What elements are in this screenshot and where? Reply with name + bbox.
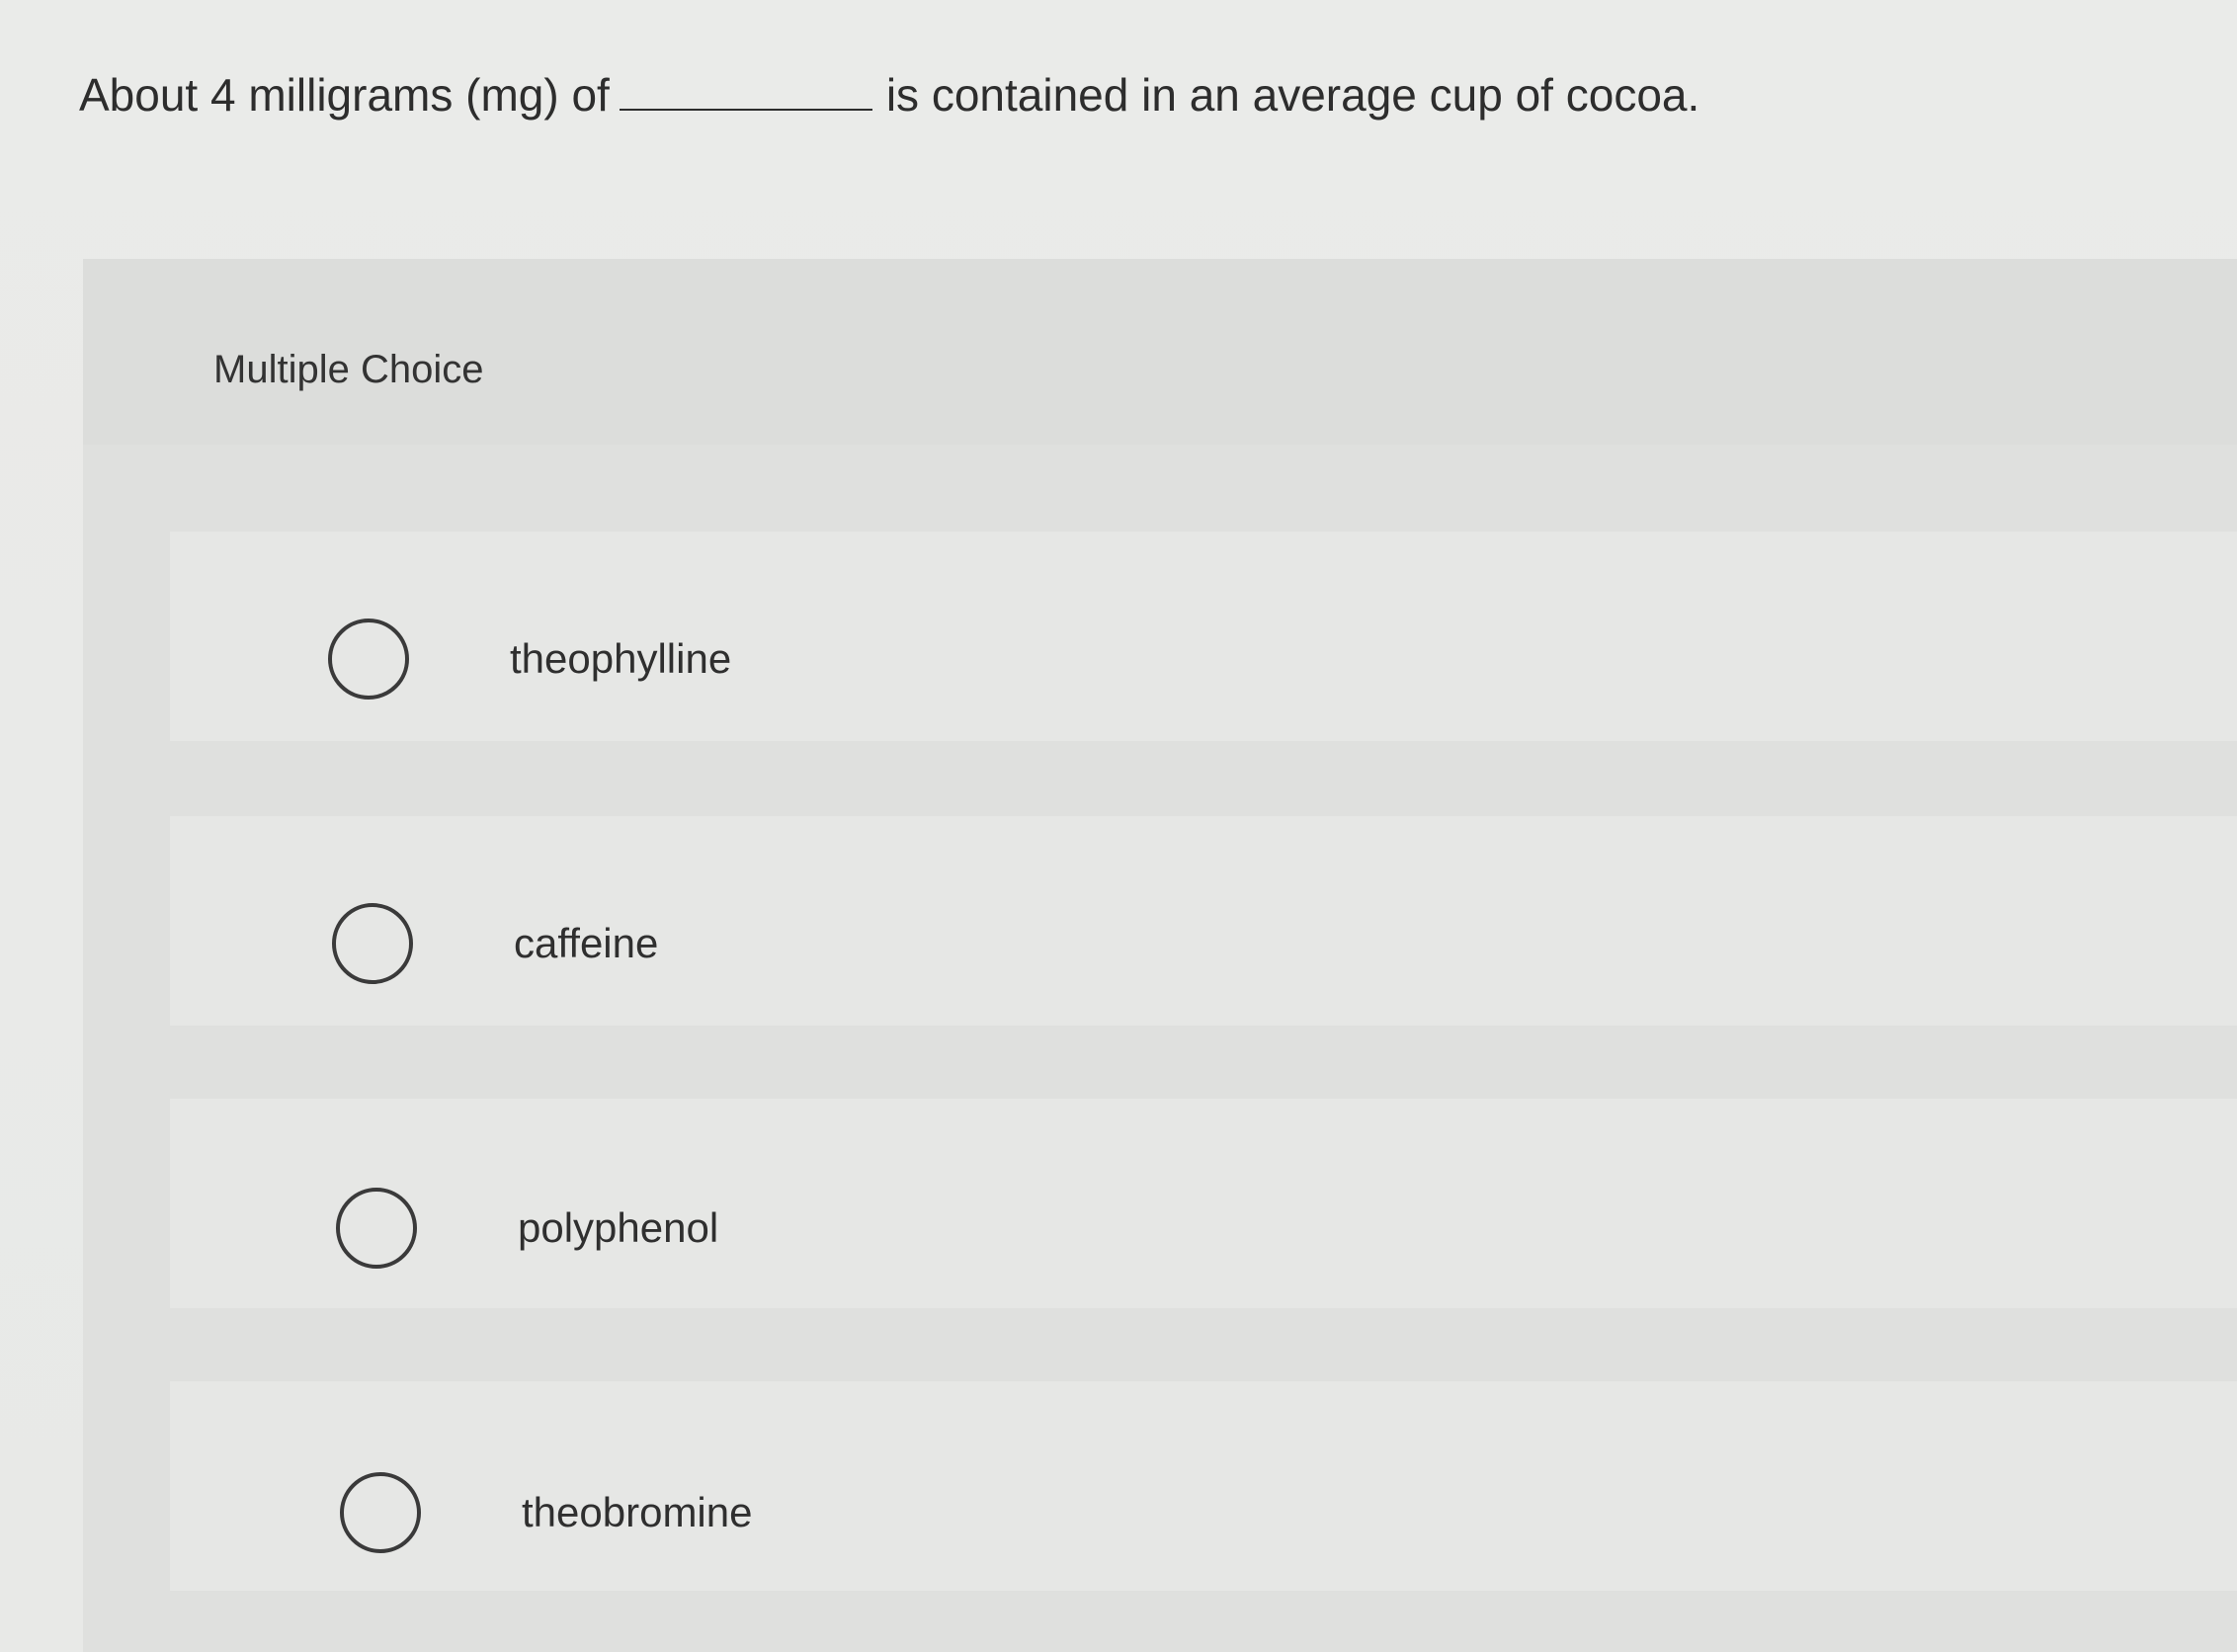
option-theobromine[interactable]: theobromine — [170, 1381, 2237, 1591]
question-prefix: About 4 milligrams (mg) of — [79, 69, 610, 121]
option-label: caffeine — [514, 920, 659, 966]
quiz-page: About 4 milligrams (mg) of is contained i… — [0, 0, 2237, 1652]
option-label: theophylline — [510, 635, 732, 682]
radio-button[interactable] — [328, 619, 409, 700]
option-theophylline[interactable]: theophylline — [170, 532, 2237, 741]
radio-button[interactable] — [336, 1188, 417, 1269]
question-text: About 4 milligrams (mg) of is contained i… — [79, 65, 2174, 124]
answer-blank — [619, 109, 872, 111]
multiple-choice-header: Multiple Choice — [83, 259, 2237, 445]
radio-button[interactable] — [332, 903, 413, 984]
option-polyphenol[interactable]: polyphenol — [170, 1099, 2237, 1308]
multiple-choice-title: Multiple Choice — [213, 348, 484, 391]
option-label: theobromine — [522, 1489, 753, 1535]
option-label: polyphenol — [518, 1204, 719, 1251]
radio-button[interactable] — [340, 1472, 421, 1553]
question-suffix: is contained in an average cup of cocoa. — [885, 69, 1700, 121]
option-caffeine[interactable]: caffeine — [170, 816, 2237, 1026]
multiple-choice-panel: Multiple Choice theophylline caffeine po… — [83, 259, 2237, 1652]
